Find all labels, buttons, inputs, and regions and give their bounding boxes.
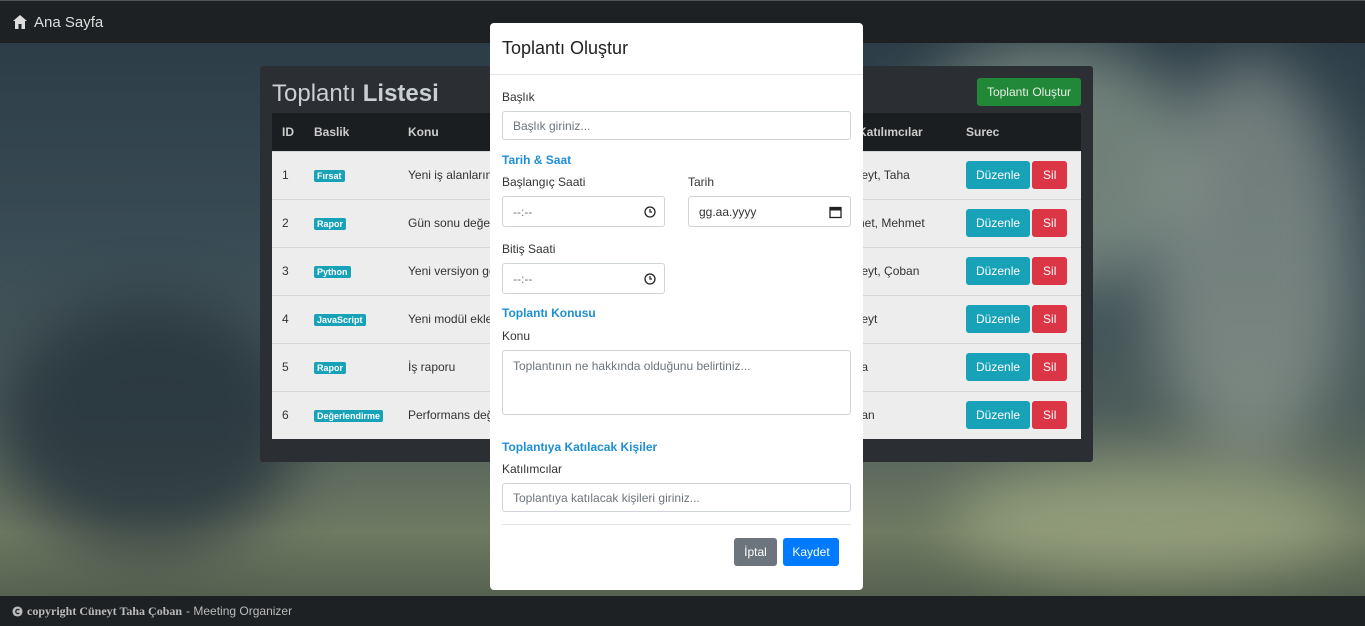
tag-badge: Rapor bbox=[314, 218, 347, 230]
delete-button[interactable]: Sil bbox=[1032, 257, 1068, 285]
delete-button[interactable]: Sil bbox=[1032, 353, 1068, 381]
katilimcilar-input[interactable]: Toplantıya katılacak kişileri giriniz... bbox=[502, 483, 851, 512]
katilimcilar-label: Katılımcılar bbox=[502, 462, 563, 476]
cell-surec: Düzenle Sil bbox=[956, 343, 1081, 391]
cell-baslik: JavaScript bbox=[304, 295, 398, 343]
footer-suffix: - Meeting Organizer bbox=[186, 604, 293, 618]
home-link-label: Ana Sayfa bbox=[34, 13, 104, 31]
footer: copyright Cüneyt Taha Çoban - Meeting Or… bbox=[0, 596, 1365, 626]
section-konu: Toplantı Konusu bbox=[502, 306, 596, 320]
calendar-icon[interactable] bbox=[829, 205, 842, 218]
section-katilimcilar: Toplantıya Katılacak Kişiler bbox=[502, 440, 658, 454]
page-title: Toplantı Listesi bbox=[272, 80, 439, 108]
tag-badge: Python bbox=[314, 266, 351, 278]
cell-id: 4 bbox=[282, 312, 289, 326]
cell-baslik: Rapor bbox=[304, 199, 398, 247]
start-time-input[interactable]: --:-- bbox=[502, 196, 665, 227]
cell-id: 5 bbox=[282, 360, 289, 374]
cell-katilimcilar: üneyt, Çoban bbox=[848, 264, 920, 278]
cell-surec: Düzenle Sil bbox=[956, 391, 1081, 439]
home-icon bbox=[13, 15, 27, 29]
cell-baslik: Değerlendirme bbox=[304, 391, 398, 439]
delete-button[interactable]: Sil bbox=[1032, 305, 1068, 333]
tag-badge: Rapor bbox=[314, 362, 347, 374]
edit-button[interactable]: Düzenle bbox=[966, 401, 1031, 430]
page-title-bold: Listesi bbox=[362, 80, 439, 107]
copyright-icon bbox=[12, 605, 23, 617]
cancel-button[interactable]: İptal bbox=[734, 538, 777, 566]
cell-id: 1 bbox=[282, 168, 289, 182]
save-button[interactable]: Kaydet bbox=[783, 538, 839, 566]
section-tarih-saat: Tarih & Saat bbox=[502, 153, 572, 167]
cell-baslik: Python bbox=[304, 247, 398, 295]
create-meeting-button[interactable]: Toplantı Oluştur bbox=[976, 78, 1081, 106]
background-blob bbox=[0, 300, 300, 550]
date-label: Tarih bbox=[688, 175, 715, 189]
delete-button[interactable]: Sil bbox=[1032, 161, 1068, 189]
delete-button[interactable]: Sil bbox=[1032, 209, 1068, 237]
cell-katilimcilar: hmet, Mehmet bbox=[848, 216, 925, 230]
cell-katilimcilar: üneyt bbox=[848, 295, 956, 343]
background-blob bbox=[950, 460, 1350, 580]
end-time-value: --:-- bbox=[513, 271, 533, 286]
home-link[interactable]: Ana Sayfa bbox=[12, 14, 103, 31]
cell-id: 6 bbox=[282, 408, 289, 423]
background-blob bbox=[1150, 60, 1350, 460]
konu-textarea[interactable]: Toplantının ne hakkında olduğunu belirti… bbox=[502, 350, 851, 415]
cell-katilimcilar: aha bbox=[848, 343, 956, 391]
cell-surec: Düzenle Sil bbox=[956, 199, 1081, 247]
column-header-surec: Surec bbox=[966, 124, 1000, 139]
tag-badge: JavaScript bbox=[314, 314, 366, 326]
edit-button[interactable]: Düzenle bbox=[966, 209, 1031, 237]
baslik-input[interactable]: Başlık giriniz... bbox=[502, 111, 851, 140]
cell-surec: Düzenle Sil bbox=[956, 247, 1081, 295]
column-header-baslik: Baslik bbox=[314, 124, 350, 139]
date-input[interactable]: gg.aa.yyyy bbox=[688, 196, 851, 227]
cell-id: 2 bbox=[282, 216, 289, 230]
tag-badge: Değerlendirme bbox=[314, 410, 384, 423]
column-header-id: ID bbox=[282, 124, 294, 139]
end-time-label: Bitiş Saati bbox=[502, 242, 556, 256]
cell-katilimcilar: üneyt, Taha bbox=[848, 168, 910, 182]
edit-button[interactable]: Düzenle bbox=[966, 353, 1031, 381]
cell-id: 3 bbox=[282, 264, 289, 278]
start-time-value: --:-- bbox=[513, 204, 533, 219]
cell-surec: Düzenle Sil bbox=[956, 151, 1081, 199]
cell-baslik: Fırsat bbox=[304, 151, 398, 199]
column-header-katilimcilar: Katılımcılar bbox=[858, 124, 923, 139]
edit-button[interactable]: Düzenle bbox=[966, 161, 1031, 189]
date-value: gg.aa.yyyy bbox=[699, 204, 757, 219]
tag-badge: Fırsat bbox=[314, 170, 345, 182]
clock-icon[interactable] bbox=[644, 272, 656, 285]
modal-footer-divider bbox=[502, 524, 851, 525]
page-title-light: Toplantı bbox=[272, 80, 357, 107]
create-meeting-modal: Toplantı Oluştur Başlık Başlık giriniz..… bbox=[490, 23, 863, 590]
end-time-input[interactable]: --:-- bbox=[502, 263, 665, 294]
modal-title: Toplantı Oluştur bbox=[490, 23, 863, 75]
footer-copyright: copyright Cüneyt Taha Çoban bbox=[27, 603, 183, 618]
start-time-label: Başlangıç Saati bbox=[502, 175, 586, 189]
edit-button[interactable]: Düzenle bbox=[966, 257, 1031, 285]
edit-button[interactable]: Düzenle bbox=[966, 305, 1031, 333]
delete-button[interactable]: Sil bbox=[1032, 401, 1068, 430]
cell-surec: Düzenle Sil bbox=[956, 295, 1081, 343]
cell-baslik: Rapor bbox=[304, 343, 398, 391]
baslik-label: Başlık bbox=[502, 90, 535, 104]
konu-label: Konu bbox=[502, 329, 531, 343]
cell-katilimcilar: oban bbox=[848, 391, 956, 439]
clock-icon[interactable] bbox=[644, 205, 656, 218]
